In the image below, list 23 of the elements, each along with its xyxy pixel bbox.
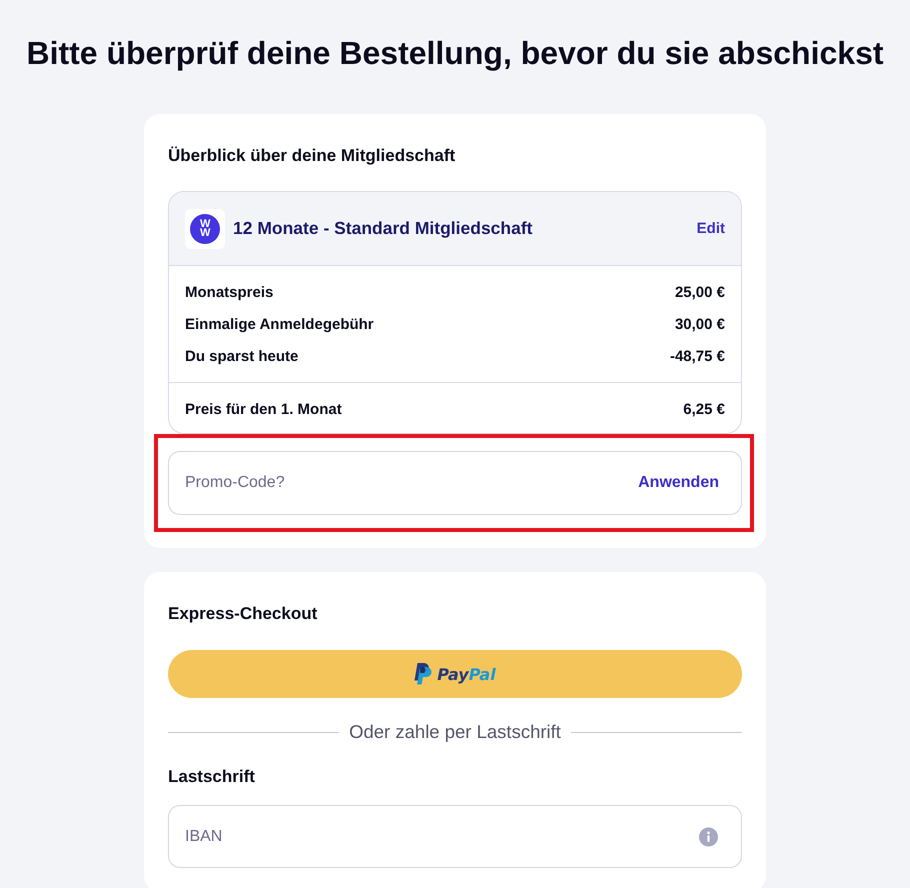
price-amount: -48,75 € [670,348,725,364]
plan-name: 12 Monate - Standard Mitgliedschaft [233,218,534,239]
card-heading: Express-Checkout [168,604,318,624]
info-icon[interactable] [699,827,718,846]
apply-button[interactable]: Anwenden [638,474,719,492]
total-amount: 6,25 € [683,400,725,418]
price-label: Monatspreis [185,284,274,300]
card-heading: Überblick über deine Mitgliedschaft [168,146,456,166]
total-label: Preis für den 1. Monat [185,400,342,418]
promo-code-field[interactable]: Promo-Code? Anwenden [168,451,742,515]
price-label: Du sparst heute [185,348,298,364]
paypal-wordmark: PayPal [437,664,496,684]
edit-link[interactable]: Edit [696,220,725,237]
iban-field[interactable]: IBAN [168,805,742,868]
page-title: Bitte überprüf deine Bestellung, bevor du sie abschickst [26,34,884,72]
divider-text: Oder zahle per Lastschrift [349,722,561,742]
paypal-logo-icon [414,663,432,685]
section-heading: Lastschrift [168,767,256,787]
brand-logo: WW [185,208,225,248]
price-amount: 25,00 € [674,284,725,300]
price-label: Einmalige Anmeldegebühr [185,316,374,332]
price-amount: 30,00 € [674,316,725,332]
paypal-button[interactable]: PayPal [168,650,742,698]
